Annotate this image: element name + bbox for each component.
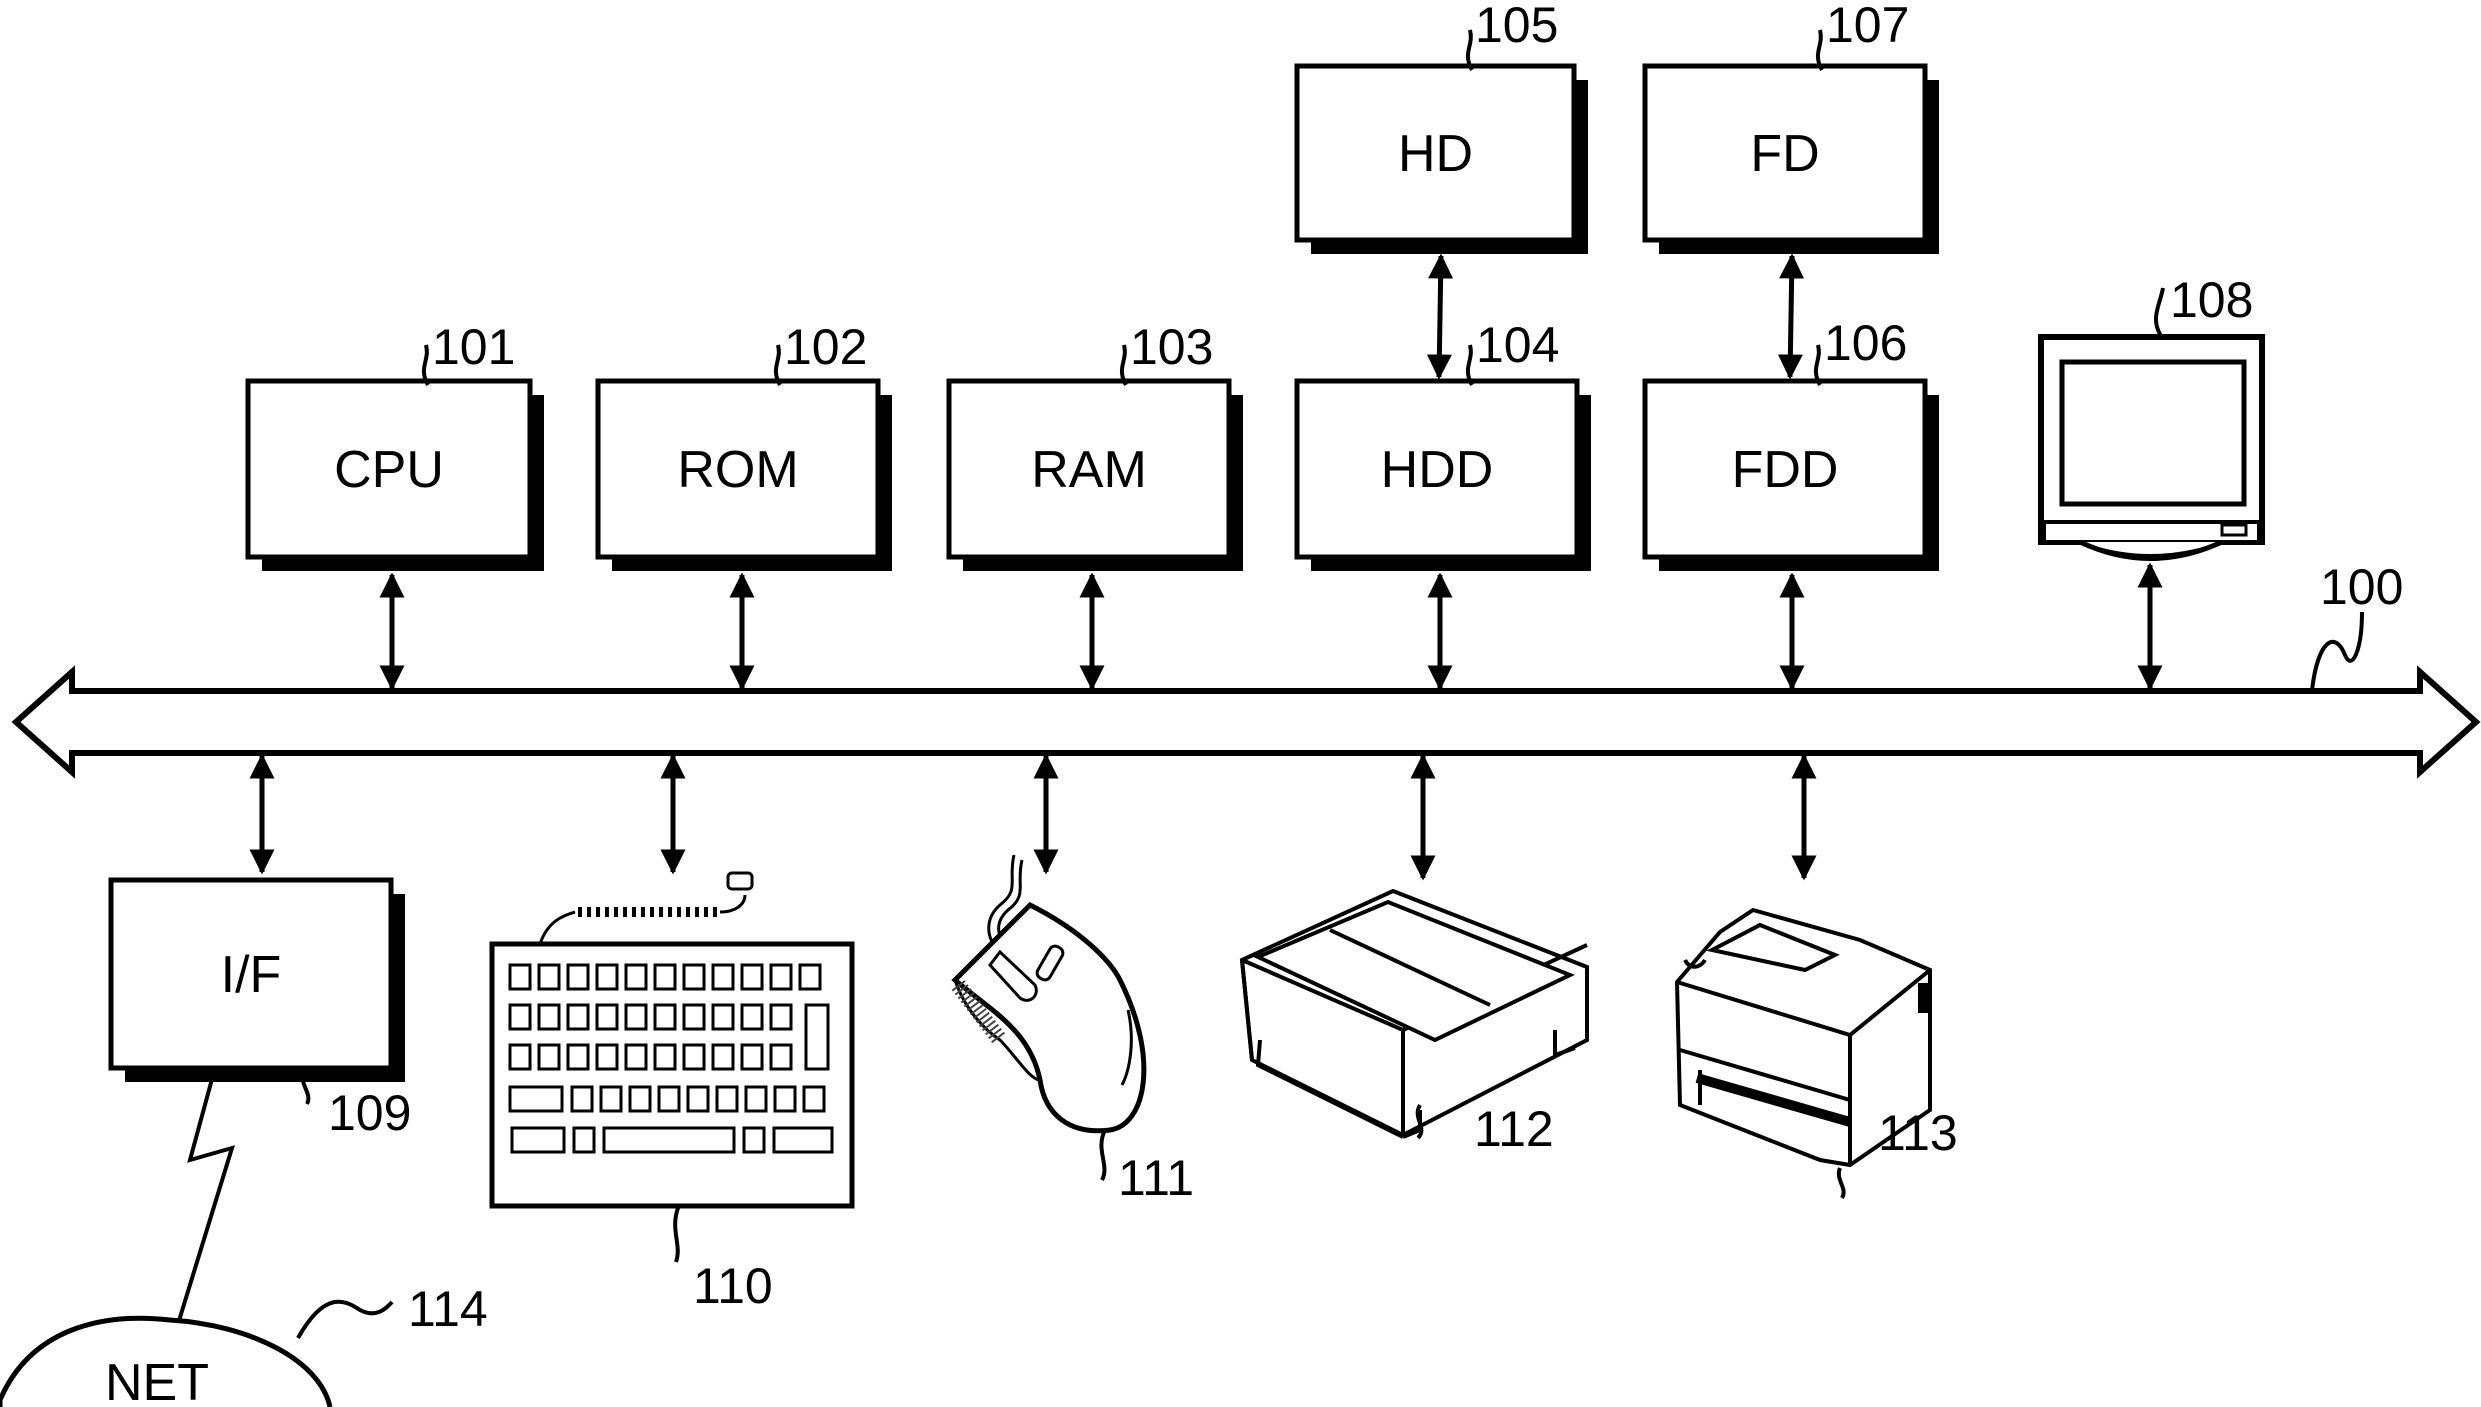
bus-leader-line <box>2310 611 2364 691</box>
keyboard-key <box>595 963 619 991</box>
keyboard-key <box>595 1003 619 1031</box>
keyboard-key <box>537 1003 561 1031</box>
keyboard-key <box>599 1085 623 1113</box>
printer-ref: 113 <box>1878 1105 1958 1161</box>
block-label-hd: HD <box>1398 125 1473 183</box>
block-ref-fdd: 106 <box>1824 315 1907 371</box>
block-if: I/F 109 <box>108 877 411 1141</box>
keyboard-key <box>537 963 561 991</box>
keyboard-key <box>740 1043 764 1071</box>
block-label-hdd: HDD <box>1381 441 1494 499</box>
block-cpu: CPU 101 <box>245 319 544 571</box>
block-fd: FD 107 <box>1642 0 1939 254</box>
network-leader-line <box>296 1299 394 1339</box>
bus-ref: 100 <box>2320 559 2403 615</box>
keyboard-key <box>566 963 590 991</box>
block-label-fd: FD <box>1750 125 1819 183</box>
keyboard-key <box>653 1003 677 1031</box>
keyboard-key <box>628 1085 652 1113</box>
keyboard-key <box>740 1003 764 1031</box>
keyboard-key <box>508 1043 532 1071</box>
display-ref: 108 <box>2170 272 2253 328</box>
block-ref-if: 109 <box>328 1085 411 1141</box>
keyboard-key <box>508 963 532 991</box>
leader-line <box>774 344 782 386</box>
keyboard-key <box>508 1003 532 1031</box>
block-ref-fd: 107 <box>1826 0 1909 53</box>
leader-line <box>422 344 430 386</box>
keyboard-key <box>711 1043 735 1071</box>
scanner-ref: 112 <box>1474 1101 1554 1157</box>
block-ref-rom: 102 <box>784 319 867 375</box>
keyboard-key <box>508 1085 564 1113</box>
keyboard-key <box>653 963 677 991</box>
monitor-icon <box>2038 287 2265 561</box>
block-ref-hd: 105 <box>1475 0 1558 53</box>
keyboard-icon <box>489 871 855 1263</box>
keyboard-enter-key <box>804 1003 830 1071</box>
block-label-if: I/F <box>221 946 282 1004</box>
keyboard-key <box>595 1043 619 1071</box>
block-label-cpu: CPU <box>334 441 444 499</box>
keyboard-key <box>711 1003 735 1031</box>
keyboard-key <box>657 1085 681 1113</box>
mouse-ref: 111 <box>1118 1150 1194 1206</box>
arrow-fd-fdd <box>1777 253 1805 380</box>
keyboard-key <box>653 1043 677 1071</box>
keyboard-key <box>682 1003 706 1031</box>
block-ref-hdd: 104 <box>1476 317 1559 373</box>
block-hd: HD 105 <box>1294 0 1588 254</box>
block-ram: RAM 103 <box>946 319 1243 571</box>
keyboard-key <box>740 963 764 991</box>
leader-line <box>1466 29 1474 71</box>
mouse-icon <box>951 854 1147 1181</box>
block-ref-cpu: 101 <box>432 319 515 375</box>
keyboard-key <box>682 963 706 991</box>
keyboard-key <box>769 963 793 991</box>
keyboard-key <box>570 1085 594 1113</box>
keyboard-key <box>537 1043 561 1071</box>
keyboard-key <box>769 1003 793 1031</box>
keyboard-key <box>772 1126 834 1154</box>
keyboard-key <box>773 1085 797 1113</box>
block-label-ram: RAM <box>1031 441 1147 499</box>
block-ref-ram: 103 <box>1130 319 1213 375</box>
keyboard-key <box>682 1043 706 1071</box>
keyboard-key <box>711 963 735 991</box>
keyboard-spacebar <box>602 1126 736 1154</box>
network-ref: 114 <box>408 1281 488 1337</box>
network-link-zigzag <box>168 1067 235 1351</box>
keyboard-key <box>572 1126 596 1154</box>
keyboard-key <box>715 1085 739 1113</box>
system-bus: 100 <box>11 559 2481 779</box>
block-rom: ROM 102 <box>595 319 892 571</box>
leader-line <box>1466 344 1474 386</box>
keyboard-key <box>769 1043 793 1071</box>
keyboard-key <box>742 1126 766 1154</box>
network-label: NET <box>105 1354 209 1407</box>
leader-line <box>1814 344 1822 386</box>
keyboard-key <box>624 1043 648 1071</box>
keyboard-key <box>744 1085 768 1113</box>
system-diagram: 100 CPU 101 ROM 102 RAM 103 HDD 104 HD 105 FDD 106 F… <box>0 0 2481 1407</box>
arrow-hd-hdd <box>1426 253 1454 380</box>
leader-line <box>1120 344 1128 386</box>
network: NET 114 <box>0 1067 488 1407</box>
keyboard-key <box>566 1043 590 1071</box>
keyboard-key <box>686 1085 710 1113</box>
block-label-fdd: FDD <box>1732 441 1839 499</box>
leader-line <box>1816 29 1824 71</box>
keyboard-ref: 110 <box>693 1258 773 1314</box>
keyboard-key <box>566 1003 590 1031</box>
keyboard-key <box>624 1003 648 1031</box>
block-hdd: HDD 104 <box>1294 317 1591 571</box>
block-label-rom: ROM <box>677 441 798 499</box>
keyboard-key <box>798 963 822 991</box>
keyboard-key <box>624 963 648 991</box>
keyboard-key <box>510 1126 566 1154</box>
keyboard-key <box>802 1085 826 1113</box>
